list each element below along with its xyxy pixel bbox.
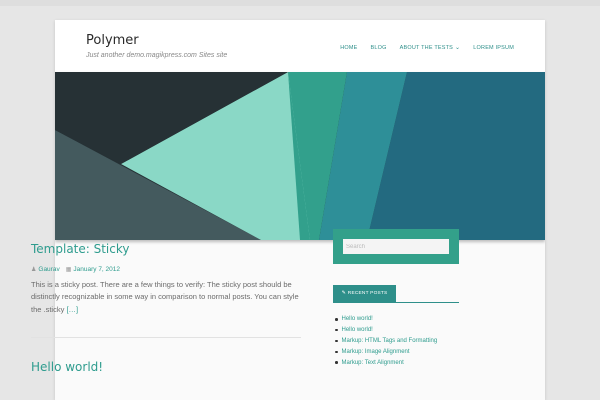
post-title-sticky[interactable]: Template: Sticky [31, 242, 130, 256]
post-title-hello-world[interactable]: Hello world! [31, 360, 103, 374]
recent-post-item[interactable]: Markup: Image Alignment [335, 346, 437, 357]
recent-post-item[interactable]: Hello world! [335, 325, 437, 336]
recent-post-link: Hello world! [341, 327, 373, 334]
nav-blog-label: BLOG [370, 44, 387, 51]
browser-top-bar [0, 0, 600, 6]
recent-posts-tab: ✎ RECENT POSTS [333, 285, 396, 302]
recent-posts-label: RECENT POSTS [347, 291, 388, 296]
recent-posts-header: ✎ RECENT POSTS [333, 285, 459, 303]
bullet-icon [335, 339, 338, 343]
nav-about-label: ABOUT THE TESTS [399, 44, 454, 51]
user-icon: ♟ [31, 267, 37, 273]
recent-post-link: Markup: Image Alignment [341, 348, 410, 355]
read-more-link[interactable]: […] [66, 305, 78, 314]
hero-image [55, 72, 545, 240]
nav-home[interactable]: HOME [340, 44, 357, 51]
site-tagline: Just another demo.magikpress.com Sites s… [86, 52, 228, 59]
search-widget [333, 229, 459, 264]
main-navigation: HOME BLOG ABOUT THE TESTS ⌄ LOREM IPSUM [340, 44, 514, 52]
nav-lorem-label: LOREM IPSUM [473, 44, 514, 51]
post-date[interactable]: ▦ January 7, 2012 [66, 266, 120, 273]
post-meta: ♟ Gaurav ▦ January 7, 2012 [31, 266, 120, 273]
search-input[interactable] [343, 239, 449, 254]
recent-posts-list: Hello world! Hello world! Markup: HTML T… [335, 314, 437, 368]
nav-home-label: HOME [340, 44, 358, 51]
bullet-icon [335, 350, 338, 354]
recent-post-item[interactable]: Markup: HTML Tags and Formatting [335, 336, 437, 347]
bullet-icon [335, 361, 338, 364]
hero-geometric-graphic [55, 72, 545, 240]
chevron-down-icon: ⌄ [455, 45, 461, 51]
recent-post-item[interactable]: Hello world! [335, 314, 437, 325]
bullet-icon [335, 318, 338, 321]
nav-lorem-ipsum[interactable]: LOREM IPSUM [473, 44, 514, 51]
site-title[interactable]: Polymer [86, 33, 139, 48]
post-author-name: Gaurav [38, 266, 60, 273]
recent-post-link: Markup: HTML Tags and Formatting [341, 337, 438, 344]
post-author[interactable]: ♟ Gaurav [31, 266, 60, 273]
recent-post-item[interactable]: Markup: Text Alignment [335, 357, 437, 368]
recent-post-link: Markup: Text Alignment [341, 359, 404, 366]
post-divider [31, 337, 301, 338]
calendar-icon: ▦ [65, 267, 72, 273]
page-container: Polymer Just another demo.magikpress.com… [55, 20, 545, 400]
nav-about-the-tests[interactable]: ABOUT THE TESTS ⌄ [399, 44, 461, 52]
nav-blog[interactable]: BLOG [371, 44, 387, 51]
post-excerpt: This is a sticky post. There are a few t… [31, 279, 303, 316]
recent-post-link: Hello world! [341, 316, 373, 323]
bullet-icon [335, 328, 338, 332]
pencil-icon: ✎ [341, 291, 346, 296]
post-date-text: January 7, 2012 [73, 266, 121, 273]
site-header: Polymer Just another demo.magikpress.com… [55, 20, 545, 72]
